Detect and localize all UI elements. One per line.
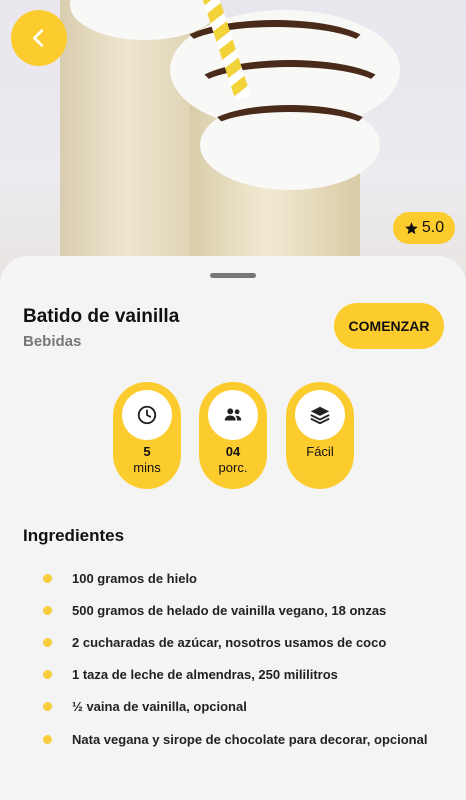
clock-icon — [137, 405, 157, 425]
ingredient-item: ½ vaina de vainilla, opcional — [43, 691, 427, 723]
rating-value: 5.0 — [421, 219, 445, 236]
bullet-dot — [43, 702, 52, 712]
stat-time-value: 5 — [143, 444, 151, 459]
ingredient-text: 1 taza de leche de almendras, 250 milili… — [72, 667, 338, 683]
bullet-dot — [43, 573, 52, 583]
people-icon — [224, 408, 242, 421]
recipe-title: Batido de vainilla — [23, 306, 180, 327]
chevron-left-icon — [33, 29, 44, 47]
ingredients-list: 100 gramos de hielo 500 gramos de helado… — [43, 562, 427, 755]
stat-difficulty-value: Fácil — [306, 444, 334, 459]
bullet-dot — [43, 637, 52, 647]
ingredient-item: 100 gramos de hielo — [43, 562, 427, 594]
stat-portions-value: 04 — [225, 444, 241, 459]
sheet-drag-handle[interactable] — [210, 273, 256, 278]
ingredient-item: 1 taza de leche de almendras, 250 milili… — [43, 659, 427, 691]
recipe-hero-image — [0, 0, 466, 290]
rating-badge: 5.0 — [393, 212, 455, 244]
ingredient-text: ½ vaina de vainilla, opcional — [72, 699, 247, 715]
ingredients-title: Ingredientes — [23, 526, 125, 545]
stat-portions: 04 porc. — [199, 382, 267, 489]
back-button[interactable] — [11, 10, 67, 66]
ingredient-text: 2 cucharadas de azúcar, nosotros usamos … — [72, 634, 387, 650]
recipe-details-sheet: Batido de vainilla Bebidas COMENZAR 5 mi… — [0, 256, 466, 800]
ingredient-text: 100 gramos de hielo — [72, 570, 197, 586]
star-icon — [405, 221, 418, 234]
stat-time-unit: mins — [133, 460, 161, 475]
bullet-dot — [43, 605, 52, 615]
chocolate-drizzle — [205, 105, 375, 155]
recipe-category: Bebidas — [23, 333, 82, 350]
stat-portions-unit: porc. — [218, 460, 248, 475]
ingredient-item: Nata vegana y sirope de chocolate para d… — [43, 723, 427, 755]
bullet-dot — [43, 734, 52, 744]
ingredient-text: Nata vegana y sirope de chocolate para d… — [72, 731, 428, 747]
stat-time: 5 mins — [113, 382, 181, 489]
bullet-dot — [43, 670, 52, 680]
stat-difficulty: Fácil — [286, 382, 354, 489]
start-button[interactable]: COMENZAR — [334, 303, 444, 349]
ingredient-text: 500 gramos de helado de vainilla vegano,… — [72, 602, 387, 618]
layers-icon — [310, 406, 330, 425]
ingredient-item: 500 gramos de helado de vainilla vegano,… — [43, 594, 427, 626]
ingredient-item: 2 cucharadas de azúcar, nosotros usamos … — [43, 626, 427, 658]
